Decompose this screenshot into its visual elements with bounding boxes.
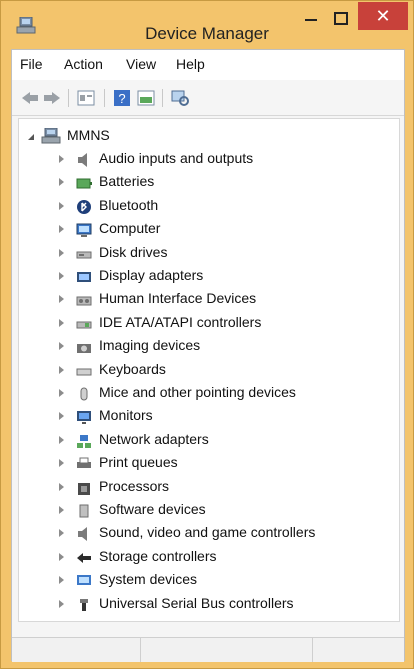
expand-arrow-icon[interactable] <box>59 155 64 163</box>
disk-drive-icon <box>76 251 92 259</box>
mouse-icon <box>80 387 88 401</box>
tree-item-label: IDE ATA/ATAPI controllers <box>99 313 262 330</box>
menu-bar: File Action View Help <box>12 50 404 80</box>
tree-root-label: MMNS <box>67 127 110 143</box>
tree-item-label: Print queues <box>99 454 178 471</box>
system-devices-icon <box>77 575 91 586</box>
update-driver-icon[interactable] <box>136 89 156 107</box>
menu-view-label: View <box>126 56 157 72</box>
tree-item-label: Storage controllers <box>99 547 217 564</box>
ide-controller-icon <box>76 321 92 329</box>
hid-icon <box>76 296 92 306</box>
collapse-arrow-icon[interactable] <box>27 133 35 141</box>
tree-item-label: Processors <box>99 477 170 494</box>
toolbar-separator <box>104 89 105 107</box>
tree-item-label: Mice and other pointing devices <box>99 384 296 400</box>
expand-arrow-icon[interactable] <box>59 342 64 351</box>
device-manager-window: Device Manager ✕ File Action View Help ?… <box>0 0 414 669</box>
expand-arrow-icon[interactable] <box>59 459 64 468</box>
menu-help-label: Help <box>176 56 205 72</box>
tree-item-label: Network adapters <box>99 430 209 447</box>
tree-item-label: Disk drives <box>99 243 168 260</box>
expand-arrow-icon[interactable] <box>59 412 64 421</box>
expand-arrow-icon[interactable] <box>59 389 64 397</box>
menu-file[interactable]: File <box>20 56 43 72</box>
help-icon[interactable]: ? <box>112 89 132 107</box>
tree-item-label: Keyboards <box>99 360 166 377</box>
menu-view[interactable]: View <box>126 56 156 72</box>
menu-action-label: Action <box>64 56 103 72</box>
status-segment <box>140 638 313 662</box>
tree-item-label: Computer <box>99 220 161 237</box>
svg-text:?: ? <box>118 91 125 106</box>
expand-arrow-icon[interactable] <box>59 529 64 538</box>
tree-item-label: Sound, video and game controllers <box>99 524 316 541</box>
tree-item-label: Human Interface Devices <box>99 290 257 307</box>
battery-icon <box>76 178 92 189</box>
speaker-icon <box>78 153 87 167</box>
expand-arrow-icon[interactable] <box>59 599 64 608</box>
network-icon <box>77 434 91 448</box>
toolbar-separator <box>68 89 69 107</box>
back-icon[interactable] <box>20 89 40 107</box>
expand-arrow-icon[interactable] <box>59 318 64 327</box>
tree-item-label: Imaging devices <box>99 337 201 354</box>
camera-icon <box>77 344 91 354</box>
bluetooth-icon <box>77 199 91 214</box>
content-frame: File Action View Help ? MMNS Audio input… <box>11 49 405 662</box>
toolbar: ? <box>12 81 404 116</box>
tree-item-label: Bluetooth <box>99 196 159 213</box>
scan-hardware-icon[interactable] <box>170 89 190 107</box>
display-adapter-icon <box>77 272 91 282</box>
software-device-icon <box>79 504 89 518</box>
expand-arrow-icon[interactable] <box>59 201 64 210</box>
expand-arrow-icon[interactable] <box>59 506 64 514</box>
tree-item-label: Universal Serial Bus controllers <box>99 594 294 611</box>
expand-arrow-icon[interactable] <box>59 435 64 444</box>
sound-icon <box>78 527 87 542</box>
minimize-button[interactable] <box>297 7 325 33</box>
status-bar <box>12 637 404 662</box>
maximize-button[interactable] <box>327 7 355 33</box>
tree-item-label: Batteries <box>99 173 155 190</box>
expand-arrow-icon[interactable] <box>59 576 64 585</box>
expand-arrow-icon[interactable] <box>59 295 64 304</box>
computer-icon <box>76 223 92 238</box>
expand-arrow-icon[interactable] <box>59 178 64 187</box>
expand-arrow-icon[interactable] <box>59 552 64 561</box>
storage-controller-icon <box>77 552 91 563</box>
menu-help[interactable]: Help <box>176 56 205 72</box>
computer-root-icon <box>41 128 61 144</box>
forward-icon[interactable] <box>42 89 62 107</box>
toolbar-separator <box>162 89 163 107</box>
expand-arrow-icon[interactable] <box>59 482 64 491</box>
device-tree[interactable]: MMNS Audio inputs and outputs Batteries Bl… <box>18 118 400 622</box>
tree-item-label: Display adapters <box>99 267 204 283</box>
expand-arrow-icon[interactable] <box>59 225 64 234</box>
keyboard-icon <box>76 368 92 376</box>
monitor-icon <box>77 411 91 425</box>
tree-item-label: Audio inputs and outputs <box>99 150 254 166</box>
processor-icon <box>78 482 90 495</box>
expand-arrow-icon[interactable] <box>59 365 64 374</box>
status-segment <box>12 638 141 662</box>
tree-item-label: Software devices <box>99 501 206 517</box>
menu-file-label: File <box>20 56 43 72</box>
properties-icon[interactable] <box>76 89 96 107</box>
close-button[interactable]: ✕ <box>358 2 408 30</box>
menu-action[interactable]: Action <box>64 56 103 72</box>
expand-arrow-icon[interactable] <box>59 248 64 257</box>
title-bar[interactable]: Device Manager ✕ <box>1 1 413 49</box>
expand-arrow-icon[interactable] <box>59 272 64 280</box>
tree-item-label: System devices <box>99 571 198 588</box>
printer-icon <box>77 457 91 469</box>
tree-item-label: Monitors <box>99 407 153 424</box>
usb-icon <box>80 598 88 611</box>
